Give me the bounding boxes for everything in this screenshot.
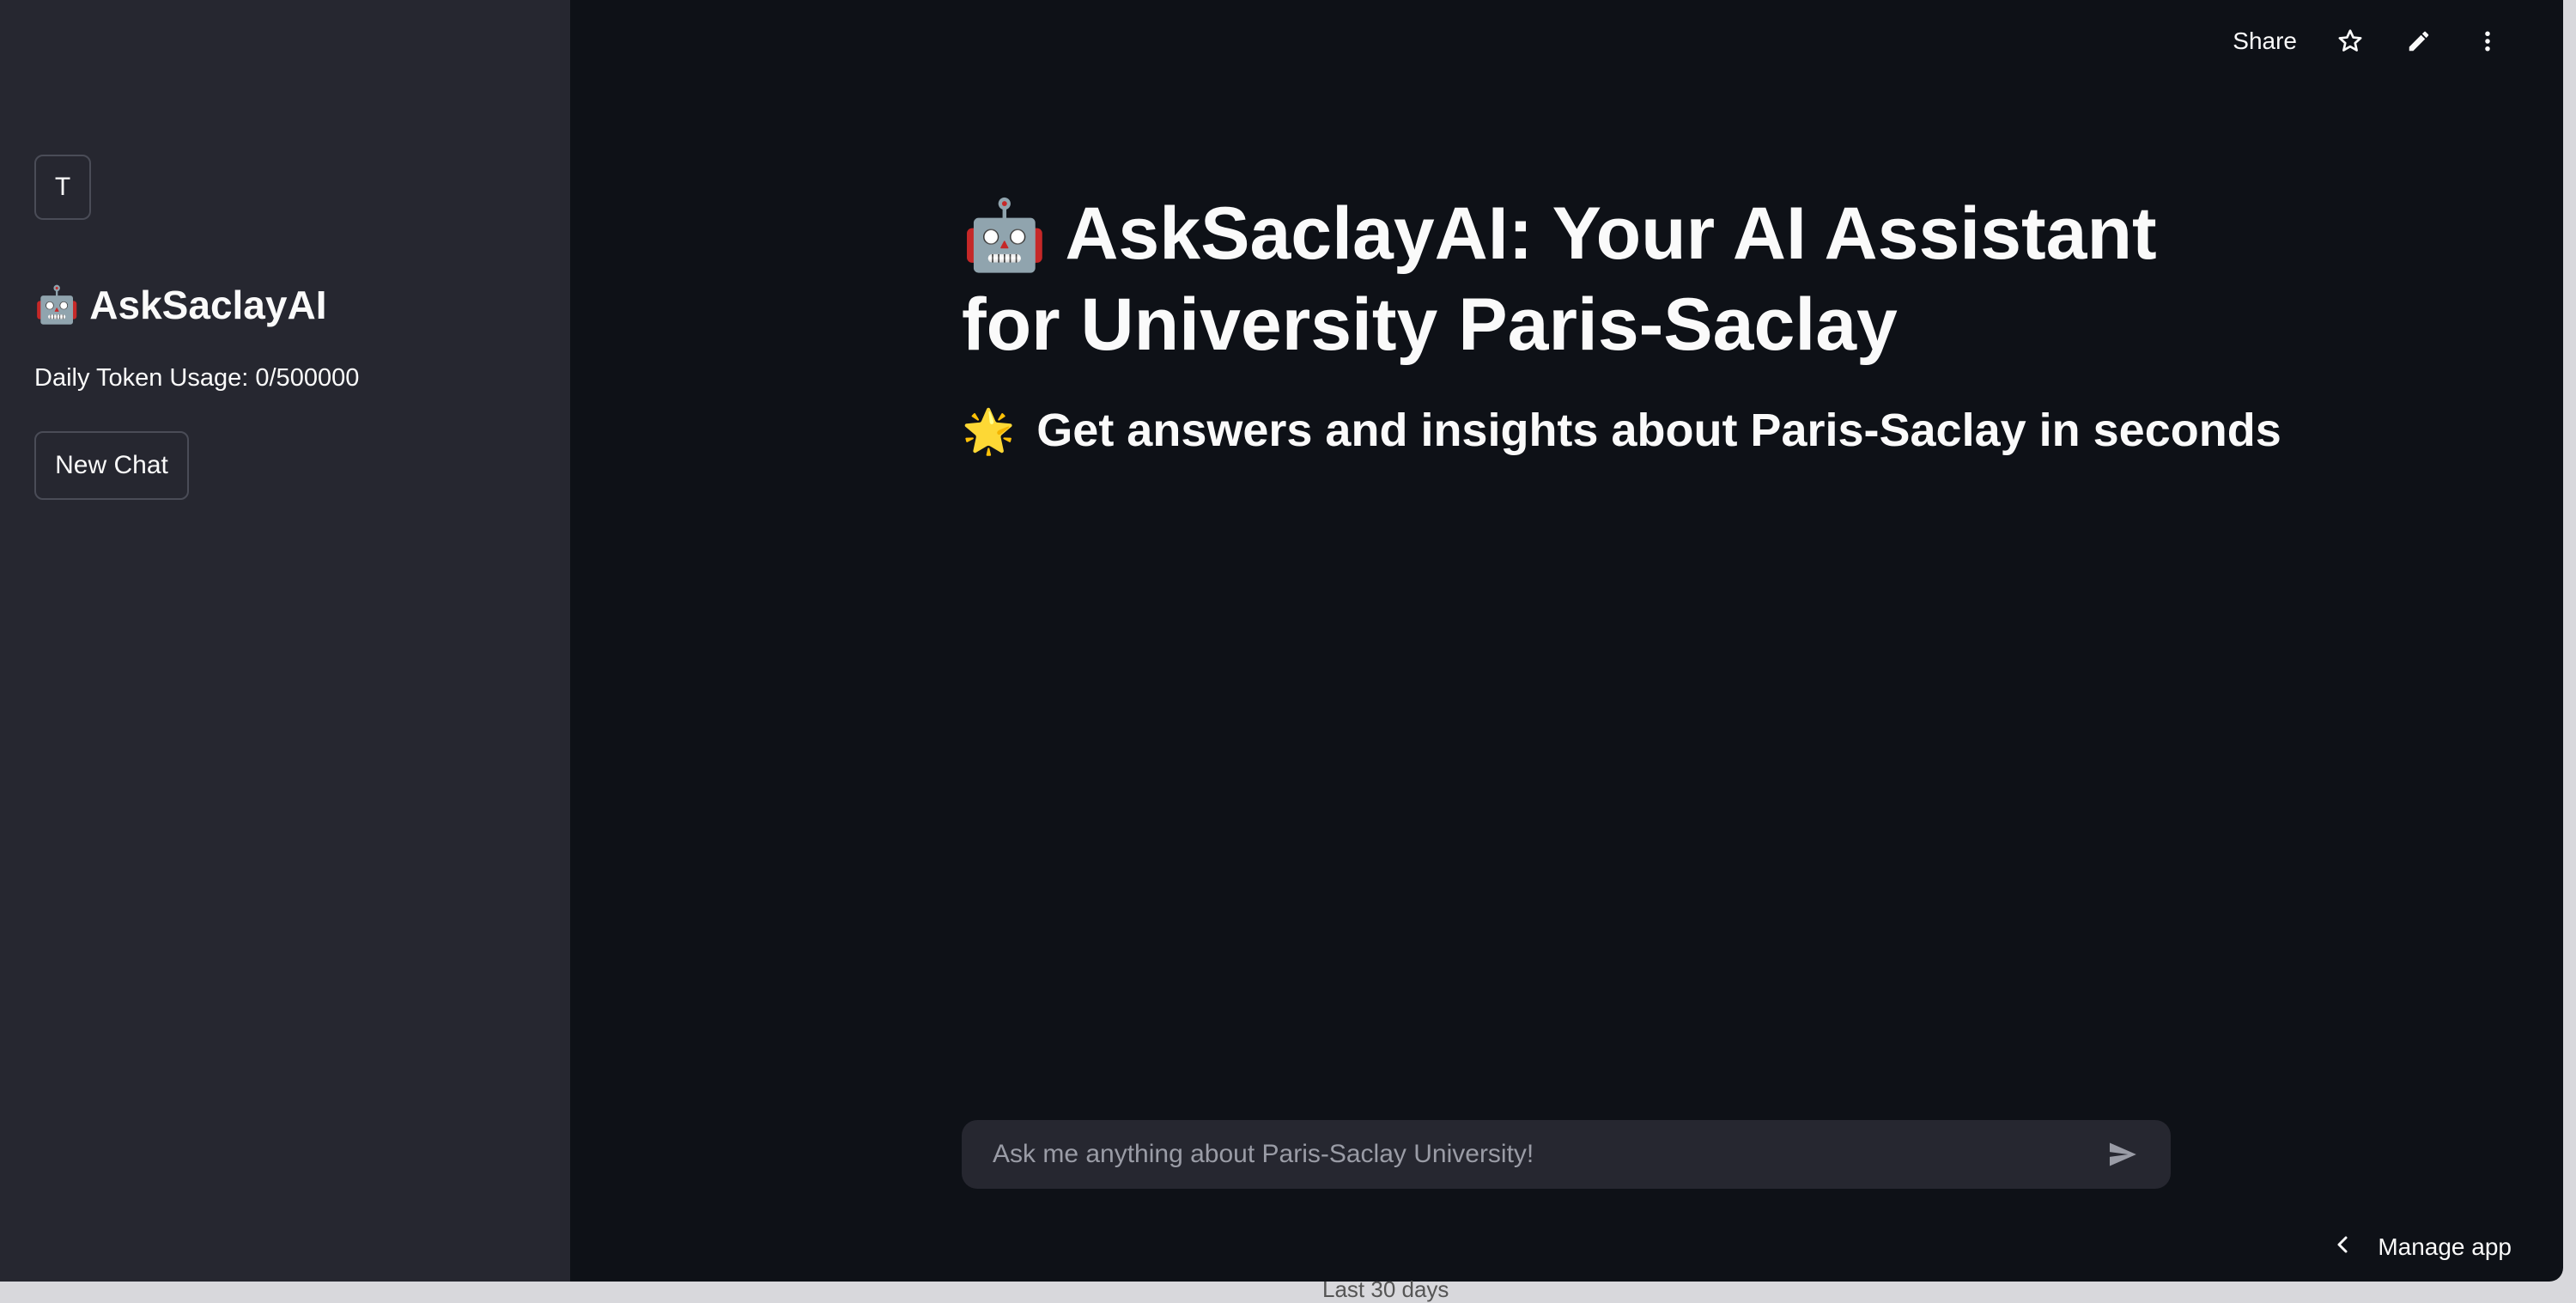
star-icon[interactable]	[2335, 26, 2366, 57]
new-chat-button[interactable]: New Chat	[34, 431, 189, 500]
manage-app-label: Manage app	[2378, 1233, 2512, 1260]
more-vertical-icon[interactable]	[2472, 26, 2503, 57]
avatar-letter: T	[54, 173, 71, 201]
glowing-star-icon: 🌟	[962, 407, 1016, 455]
robot-icon: 🤖	[34, 283, 80, 325]
send-icon[interactable]	[2104, 1136, 2142, 1173]
page-title: 🤖 AskSaclayAI: Your AI Assistant for Uni…	[962, 189, 2181, 369]
token-usage-text: Daily Token Usage: 0/500000	[34, 364, 360, 392]
sidebar-title-text: AskSaclayAI	[89, 283, 327, 327]
sidebar-title: 🤖 AskSaclayAI	[34, 282, 326, 328]
page-subtitle-text: Get answers and insights about Paris-Sac…	[1036, 405, 2281, 456]
manage-app-button[interactable]: Manage app	[2333, 1233, 2512, 1261]
top-toolbar: Share	[2233, 26, 2503, 57]
page-subtitle: 🌟 Get answers and insights about Paris-S…	[962, 404, 2281, 457]
sidebar: T 🤖 AskSaclayAI Daily Token Usage: 0/500…	[0, 0, 570, 1282]
share-button[interactable]: Share	[2233, 27, 2297, 55]
user-avatar-button[interactable]: T	[34, 155, 91, 220]
pencil-icon[interactable]	[2403, 26, 2434, 57]
robot-icon: 🤖	[962, 197, 1048, 273]
background-page-text: Last 30 days	[1322, 1276, 1449, 1302]
chevron-left-icon	[2333, 1233, 2354, 1261]
chat-input-container	[962, 1120, 2171, 1189]
app-window: T 🤖 AskSaclayAI Daily Token Usage: 0/500…	[0, 0, 2563, 1282]
new-chat-label: New Chat	[55, 451, 168, 479]
page-title-text: AskSaclayAI: Your AI Assistant for Unive…	[962, 192, 2157, 366]
chat-input[interactable]	[991, 1139, 2104, 1170]
